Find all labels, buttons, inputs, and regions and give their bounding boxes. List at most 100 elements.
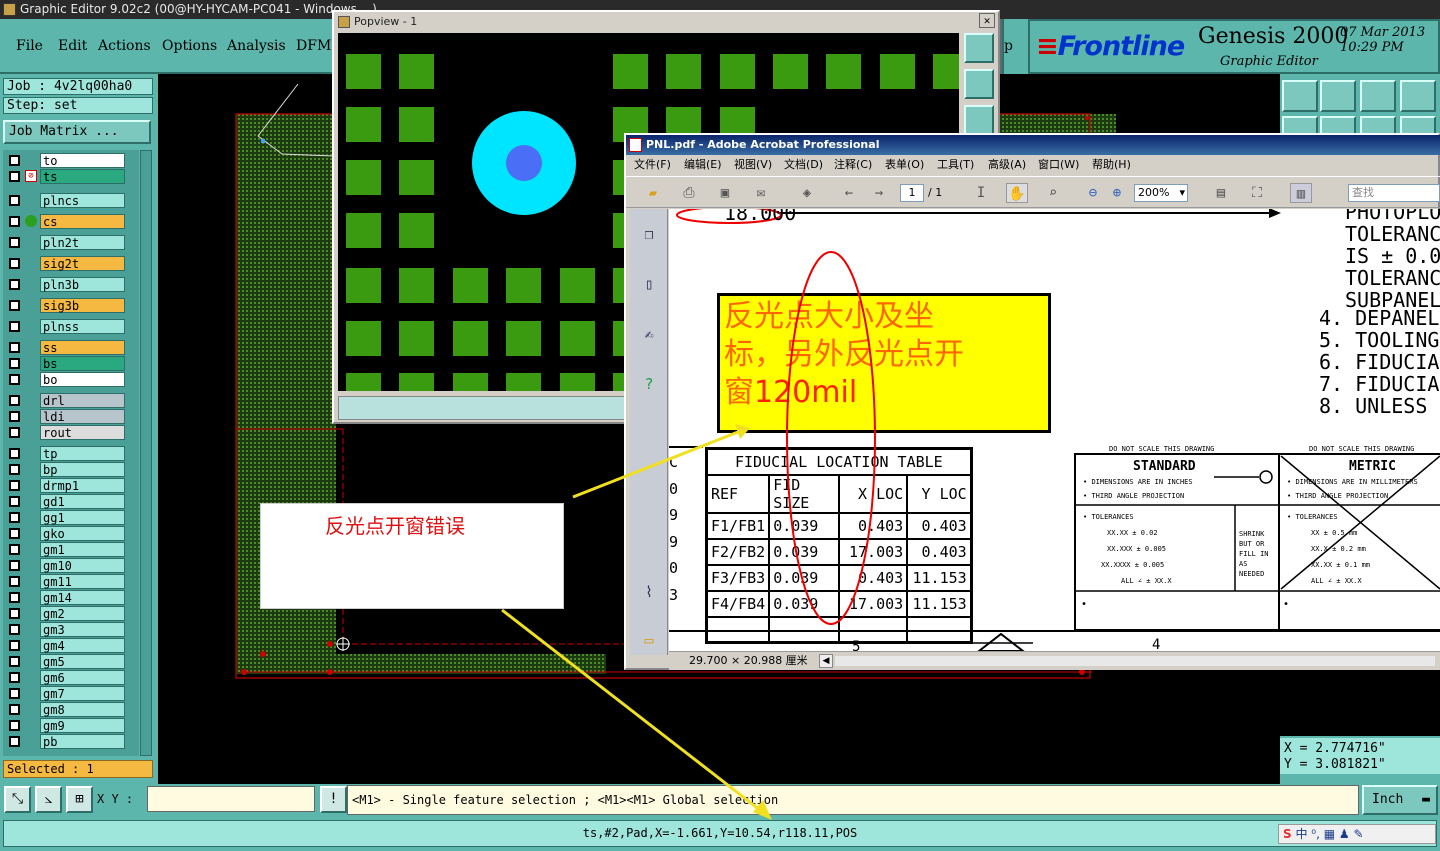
layer-checkbox[interactable] — [9, 640, 20, 651]
layer-checkbox[interactable] — [9, 528, 20, 539]
layer-name[interactable]: sig3b — [40, 298, 125, 313]
menu-actions[interactable]: Actions — [98, 38, 151, 54]
layer-name[interactable]: gm7 — [40, 686, 125, 701]
layer-row-sig2t[interactable]: sig2t — [5, 256, 125, 271]
layer-name[interactable]: rout — [40, 425, 125, 440]
menu-edit[interactable]: Edit — [58, 38, 87, 54]
create-pdf-icon[interactable]: ◈ — [796, 183, 818, 203]
layer-row-gm6[interactable]: gm6 — [5, 670, 125, 685]
layer-name[interactable]: gm4 — [40, 638, 125, 653]
layer-name[interactable]: gm5 — [40, 654, 125, 669]
layer-name[interactable]: bs — [40, 356, 125, 371]
layer-row-ss[interactable]: ss — [5, 340, 125, 355]
fit-page-icon[interactable]: ▤ — [1210, 183, 1232, 203]
layer-checkbox[interactable] — [9, 480, 20, 491]
signatures-icon[interactable]: ✍ — [638, 323, 660, 345]
acro-menu-view[interactable]: 视图(V) — [734, 155, 772, 175]
popview-down-icon[interactable] — [964, 105, 994, 135]
layer-name[interactable]: gm14 — [40, 590, 125, 605]
layer-name[interactable]: pb — [40, 734, 125, 749]
page-number-input[interactable]: 1 — [900, 184, 924, 202]
layer-row-gd1[interactable]: gd1 — [5, 494, 125, 509]
layer-checkbox[interactable] — [9, 342, 20, 353]
acro-menu-tools[interactable]: 工具(T) — [937, 155, 974, 175]
layer-row-cs[interactable]: cs — [5, 214, 125, 229]
layer-checkbox[interactable] — [9, 624, 20, 635]
layer-row-rout[interactable]: rout — [5, 425, 125, 440]
bookmarks-icon[interactable]: ▯ — [638, 273, 660, 295]
layer-checkbox[interactable] — [9, 279, 20, 290]
layer-name[interactable]: cs — [40, 214, 125, 229]
layer-row-gm9[interactable]: gm9 — [5, 718, 125, 733]
ime-tray[interactable]: S 中 ⁰, ▦ ♟ ✎ — [1278, 824, 1436, 844]
layer-name[interactable]: pln2t — [40, 235, 125, 250]
grid-icon[interactable]: ⊞ — [66, 786, 93, 813]
job-matrix-button[interactable]: Job Matrix ... — [3, 120, 151, 144]
units-select[interactable]: Inch ▬ — [1362, 785, 1438, 815]
layer-row-bp[interactable]: bp — [5, 462, 125, 477]
layer-name[interactable]: bo — [40, 372, 125, 387]
layer-row-gm4[interactable]: gm4 — [5, 638, 125, 653]
layer-row-gm7[interactable]: gm7 — [5, 686, 125, 701]
menu-dfm[interactable]: DFM — [296, 38, 331, 54]
layer-name[interactable]: tp — [40, 446, 125, 461]
layer-name[interactable]: pln3b — [40, 277, 125, 292]
layer-row-tp[interactable]: tp — [5, 446, 125, 461]
layer-row-drl[interactable]: drl — [5, 393, 125, 408]
acro-menu-document[interactable]: 文档(D) — [784, 155, 823, 175]
layer-checkbox[interactable] — [9, 216, 20, 227]
layer-row-gg1[interactable]: gg1 — [5, 510, 125, 525]
close-icon[interactable]: ✕ — [979, 13, 995, 28]
layer-checkbox[interactable] — [9, 155, 20, 166]
layer-row-gm14[interactable]: gm14 — [5, 590, 125, 605]
layer-scrollbar[interactable] — [140, 150, 152, 756]
export-icon[interactable] — [1282, 80, 1318, 112]
layer-row-bo[interactable]: bo — [5, 372, 125, 387]
layer-checkbox[interactable] — [9, 411, 20, 422]
pages-icon[interactable]: ❐ — [638, 223, 660, 245]
attachments-icon[interactable]: ⌇ — [638, 581, 660, 603]
layer-name[interactable]: gd1 — [40, 494, 125, 509]
acro-menu-advanced[interactable]: 高级(A) — [988, 155, 1026, 175]
layer-row-ts[interactable]: ts ⊘ — [5, 169, 125, 184]
layer-checkbox[interactable] — [9, 464, 20, 475]
layer-checkbox[interactable] — [9, 560, 20, 571]
alert-icon[interactable]: ! — [320, 786, 347, 813]
layer-checkbox[interactable] — [9, 592, 20, 603]
layer-name[interactable]: gm1 — [40, 542, 125, 557]
layer-checkbox[interactable] — [9, 427, 20, 438]
layer-name[interactable]: plncs — [40, 193, 125, 208]
layer-row-drmp1[interactable]: drmp1 — [5, 478, 125, 493]
layer-checkbox[interactable] — [9, 321, 20, 332]
home-icon[interactable] — [1360, 80, 1396, 112]
menu-options[interactable]: Options — [162, 38, 217, 54]
layer-row-gm1[interactable]: gm1 — [5, 542, 125, 557]
menu-file[interactable]: File — [16, 38, 43, 54]
import-icon[interactable] — [1320, 80, 1356, 112]
layer-name[interactable]: gm2 — [40, 606, 125, 621]
menu-analysis[interactable]: Analysis — [227, 38, 286, 54]
layer-row-gm10[interactable]: gm10 — [5, 558, 125, 573]
menu-help-cut[interactable]: p — [1004, 38, 1013, 54]
layer-name[interactable]: gm10 — [40, 558, 125, 573]
measure-icon[interactable]: ⦣ — [35, 786, 62, 813]
layer-checkbox[interactable] — [9, 608, 20, 619]
select-text-icon[interactable]: I — [970, 183, 992, 203]
layer-name[interactable]: ss — [40, 340, 125, 355]
layer-checkbox[interactable] — [9, 358, 20, 369]
layer-checkbox[interactable] — [9, 736, 20, 747]
acro-menu-file[interactable]: 文件(F) — [634, 155, 671, 175]
layer-row-plncs[interactable]: plncs — [5, 193, 125, 208]
comments-icon[interactable]: ▭ — [638, 629, 660, 651]
acro-menu-comments[interactable]: 注释(C) — [834, 155, 872, 175]
layer-checkbox[interactable] — [9, 258, 20, 269]
layer-name[interactable]: sig2t — [40, 256, 125, 271]
layer-checkbox[interactable] — [9, 300, 20, 311]
acro-menu-window[interactable]: 窗口(W) — [1038, 155, 1079, 175]
zoom-select[interactable]: 200% ▾ — [1134, 184, 1188, 202]
acro-menu-edit[interactable]: 编辑(E) — [684, 155, 722, 175]
layer-row-plnss[interactable]: plnss — [5, 319, 125, 334]
pdf-document[interactable]: 18.000 PHOTOPLO TOLERANC IS ± 0.00 TOLER… — [669, 209, 1440, 651]
layer-checkbox[interactable] — [9, 512, 20, 523]
layer-checkbox[interactable] — [9, 576, 20, 587]
